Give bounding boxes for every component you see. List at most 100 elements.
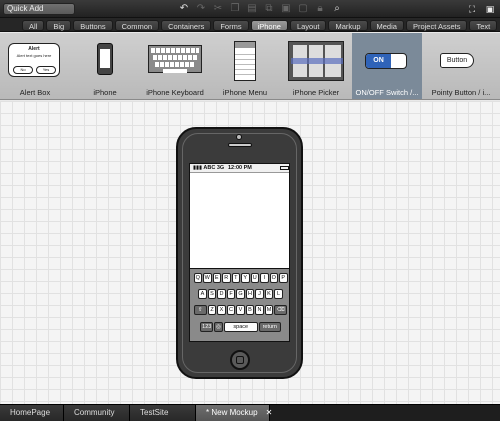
group-icon[interactable]: ▣ [280, 2, 292, 16]
component-iphone-keyboard[interactable]: iPhone Keyboard [140, 33, 210, 99]
key: E [212, 273, 221, 283]
return-key: return [258, 322, 281, 332]
keyboard-row-2: A S D F G H J K L [190, 289, 289, 299]
switch-thumb: ON [365, 53, 407, 69]
component-label: Pointy Button / i... [431, 88, 491, 97]
search-icon[interactable]: ⌕ [331, 2, 343, 16]
alert-box-thumb: Alert Alert text goes here No Yes [8, 43, 60, 77]
alert-title: Alert [28, 46, 40, 52]
keyboard-row-3: ⇧ Z X C V B N M ⌫ [190, 305, 289, 315]
status-bar: ▮▮▮ ABC 3G 12:00 PM [190, 164, 289, 173]
tab-homepage[interactable]: HomePage [0, 405, 64, 421]
alert-no-button: No [13, 66, 33, 74]
component-label: iPhone Menu [222, 88, 268, 97]
status-carrier: ▮▮▮ ABC 3G [193, 165, 225, 171]
iphone-mockup[interactable]: ▮▮▮ ABC 3G 12:00 PM Q W E R T Y U I O P [176, 127, 303, 379]
pointy-button-thumb: Button [440, 53, 474, 68]
cut-icon[interactable]: ✂ [212, 2, 224, 16]
component-pointy-button[interactable]: Button Pointy Button / i... [422, 33, 500, 99]
copy-icon[interactable]: ❐ [229, 2, 241, 16]
component-iphone[interactable]: iPhone [70, 33, 140, 99]
key: B [245, 305, 255, 315]
numbers-key: 123 [200, 322, 214, 332]
redo-icon[interactable]: ↷ [195, 2, 207, 16]
alert-body: Alert text goes here [16, 53, 52, 58]
key: V [236, 305, 245, 315]
key: Z [207, 305, 217, 315]
tab-testsite[interactable]: TestSite [130, 405, 196, 421]
category-tab[interactable]: Buttons [73, 20, 113, 31]
component-on-off-switch[interactable]: ON ON/OFF Switch /... [352, 33, 422, 99]
component-iphone-picker[interactable]: iPhone Picker [280, 33, 352, 99]
category-tab[interactable]: Common [114, 20, 160, 31]
paste-icon[interactable]: ▤ [246, 2, 258, 16]
key: U [250, 273, 259, 283]
category-tab[interactable]: Markup [328, 20, 368, 31]
ungroup-icon[interactable]: ▢ [297, 2, 309, 16]
menu-thumb [234, 41, 256, 81]
component-iphone-menu[interactable]: iPhone Menu [210, 33, 280, 99]
keyboard-row-1: Q W E R T Y U I O P [190, 273, 289, 283]
component-label: iPhone Picker [292, 88, 340, 97]
lock-icon[interactable]: 🔒︎ [314, 2, 326, 16]
tab-label: TestSite [140, 408, 169, 417]
key: O [269, 273, 278, 283]
tab-label: * New Mockup [206, 408, 258, 417]
tab-label: Community [74, 408, 115, 417]
menu-thumb-header [235, 42, 255, 48]
keyboard-row-4: 123 ◎ space return [190, 322, 289, 332]
category-tab[interactable]: Containers [161, 20, 212, 31]
home-button-icon [230, 350, 250, 370]
category-tab[interactable]: Project Assets [405, 20, 468, 31]
key: F [226, 289, 236, 299]
component-alert-box[interactable]: Alert Alert text goes here No Yes Alert … [0, 33, 70, 99]
close-icon[interactable]: ✕ [266, 408, 273, 417]
keyboard-thumb-row [151, 48, 199, 53]
mockup-canvas[interactable]: ▮▮▮ ABC 3G 12:00 PM Q W E R T Y U I O P [0, 101, 500, 404]
key: A [198, 289, 207, 299]
category-tab-iphone[interactable]: iPhone [250, 20, 288, 31]
key: X [217, 305, 226, 315]
key: I [260, 273, 269, 283]
space-key: space [223, 322, 258, 332]
undo-icon[interactable]: ↶ [178, 2, 190, 16]
component-label: iPhone [93, 88, 117, 97]
present-icon[interactable]: ▣ [484, 2, 496, 16]
picker-thumb-selection [291, 58, 343, 64]
globe-icon: ◎ [214, 322, 223, 332]
status-time: 12:00 PM [228, 165, 252, 171]
category-tab[interactable]: Text [469, 20, 498, 31]
category-tab[interactable]: Big [46, 20, 72, 31]
keyboard-thumb-row [153, 55, 197, 60]
picker-thumb [288, 41, 344, 81]
key: W [203, 273, 212, 283]
key: K [264, 289, 274, 299]
duplicate-icon[interactable]: ⧉ [263, 2, 275, 16]
iphone-thumb-screen [100, 49, 110, 68]
category-tab[interactable]: Layout [289, 20, 327, 31]
quick-add-input[interactable]: Quick Add [3, 3, 75, 15]
component-label: ON/OFF Switch /... [355, 88, 419, 97]
tab-new-mockup[interactable]: * New Mockup ✕ [196, 405, 273, 421]
tab-community[interactable]: Community [64, 405, 130, 421]
component-library: Alert Alert text goes here No Yes Alert … [0, 33, 500, 100]
key: M [264, 305, 274, 315]
tab-label: HomePage [10, 408, 51, 417]
key: T [231, 273, 240, 283]
phone-screen: ▮▮▮ ABC 3G 12:00 PM Q W E R T Y U I O P [189, 163, 290, 342]
fullscreen-icon[interactable]: ⛶ [466, 2, 478, 16]
battery-icon [280, 166, 289, 170]
key: H [245, 289, 255, 299]
category-tab[interactable]: Forms [213, 20, 249, 31]
carrier-label: ABC [203, 165, 216, 171]
key: S [207, 289, 217, 299]
top-toolbar: Quick Add ↶ ↷ ✂ ❐ ▤ ⧉ ▣ ▢ 🔒︎ ⌕ ⛶ ▣ [0, 0, 500, 18]
switch-on-label: ON [366, 54, 391, 68]
camera-icon [236, 134, 242, 140]
alert-yes-button: Yes [36, 66, 56, 74]
key: J [255, 289, 264, 299]
key: C [226, 305, 236, 315]
category-tab[interactable]: Media [369, 20, 404, 31]
category-tab[interactable]: All [22, 20, 45, 31]
keyboard-thumb-row [155, 62, 195, 67]
